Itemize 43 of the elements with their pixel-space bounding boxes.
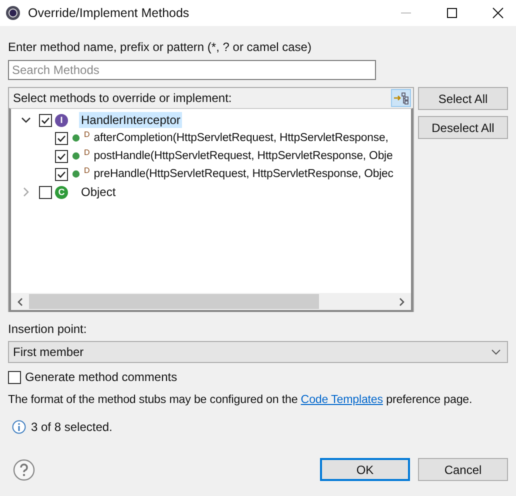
scroll-left-icon[interactable]	[17, 298, 23, 306]
side-button[interactable]: Deselect All	[418, 116, 508, 139]
tree-item[interactable]: preHandle(HttpServletRequest, HttpServletResponse, Objec	[94, 167, 394, 181]
chevron-down-icon[interactable]	[21, 115, 31, 125]
tree-item[interactable]: Object	[79, 184, 118, 200]
status-text: 3 of 8 selected.	[31, 420, 112, 434]
tree-item[interactable]: afterCompletion(HttpServletRequest, HttpServletResponse,	[94, 131, 388, 145]
side-button[interactable]: Select All	[418, 87, 508, 110]
dialog-button[interactable]: Cancel	[418, 458, 508, 481]
insertion-label: Insertion point:	[8, 321, 88, 337]
checkbox-label: Generate method comments	[25, 370, 178, 384]
info-icon	[12, 420, 26, 434]
modifier-mark: D	[84, 148, 90, 157]
maximize-icon[interactable]	[446, 7, 458, 19]
window-title: Override/Implement Methods	[28, 6, 190, 20]
search-field[interactable]: Search Methods	[8, 60, 376, 80]
scroll-right-icon[interactable]	[399, 298, 405, 306]
insertion-dropdown[interactable]: First member	[8, 341, 508, 363]
help-icon[interactable]	[13, 458, 35, 480]
interface-icon: I	[55, 114, 68, 126]
modifier-mark: D	[84, 130, 90, 139]
checkbox[interactable]	[55, 168, 68, 180]
tree-item[interactable]: postHandle(HttpServletRequest, HttpServletResponse, Obje	[94, 149, 393, 163]
chevron-down-icon	[491, 349, 501, 355]
checkbox[interactable]	[8, 370, 21, 384]
tree-item[interactable]: HandlerInterceptor	[79, 112, 182, 128]
method-dot-icon	[72, 170, 80, 178]
code-templates-link[interactable]: Code Templates	[300, 393, 383, 406]
horizontal-scrollbar[interactable]	[11, 293, 411, 310]
checkbox[interactable]	[39, 186, 52, 198]
method-dot-icon	[72, 134, 80, 142]
checkbox[interactable]	[55, 150, 68, 162]
close-icon[interactable]	[492, 7, 504, 19]
hierarchy-icon[interactable]	[391, 89, 411, 107]
info-text: The format of the method stubs may be configured on the Code Templates preference page.	[8, 393, 474, 406]
dialog-button[interactable]: OK	[320, 458, 410, 481]
method-dot-icon	[72, 152, 80, 160]
modifier-mark: D	[84, 166, 90, 175]
filter-label: Enter method name, prefix or pattern (*, ? or camel case)	[8, 39, 312, 55]
class-icon: C	[55, 186, 68, 198]
checkbox[interactable]	[39, 114, 52, 126]
tree-label: Select methods to override or implement:	[13, 91, 232, 105]
checkbox[interactable]	[55, 132, 68, 144]
